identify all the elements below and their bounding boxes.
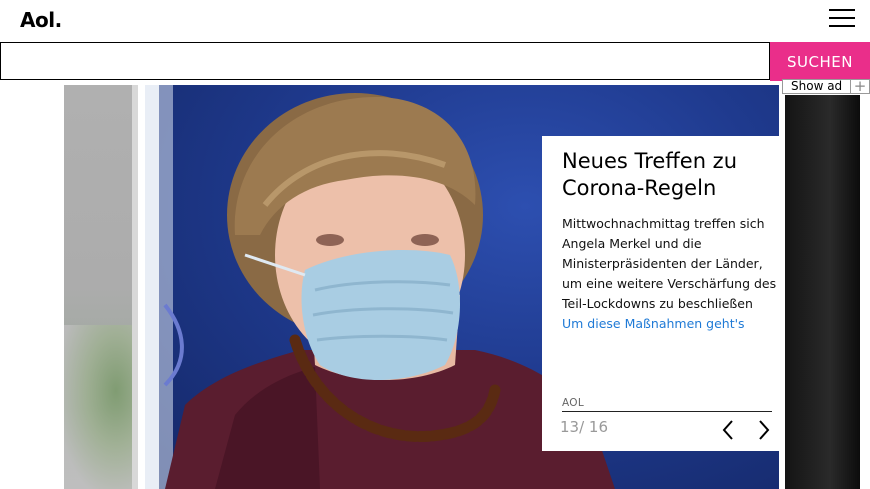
caption-body: Mittwochnachmittag treffen sich Angela M… — [562, 214, 777, 334]
caption-source: AOL — [562, 397, 585, 409]
caption-text: Mittwochnachmittag treffen sich Angela M… — [562, 216, 777, 311]
search-input[interactable] — [0, 42, 770, 80]
flag-shadow — [159, 85, 173, 489]
next-slide-image[interactable] — [785, 95, 860, 489]
search-button[interactable]: SUCHEN — [770, 42, 870, 81]
show-ad-toggle[interactable]: Show ad + — [782, 79, 870, 94]
chevron-left-icon[interactable] — [719, 418, 739, 442]
caption-panel: Neues Treffen zu Corona-Regeln Mittwochn… — [542, 136, 784, 451]
flag-edge — [145, 85, 159, 489]
plus-icon[interactable]: + — [850, 79, 869, 94]
show-ad-label: Show ad — [791, 79, 843, 93]
face-mask — [301, 250, 461, 380]
aol-logo[interactable]: Aol. — [20, 8, 62, 32]
left-eye — [316, 234, 344, 246]
caption-divider — [562, 411, 772, 412]
previous-slide-image[interactable] — [64, 85, 138, 489]
chevron-right-icon[interactable] — [754, 418, 774, 442]
hamburger-menu-icon[interactable] — [829, 9, 855, 29]
header: Aol. — [0, 0, 870, 42]
plant-leaf-image — [64, 325, 138, 489]
right-eye — [411, 234, 439, 246]
caption-title: Neues Treffen zu Corona-Regeln — [562, 149, 738, 200]
caption-link[interactable]: Um diese Maßnahmen geht's — [562, 316, 745, 331]
slide-counter: 13/ 16 — [560, 418, 608, 436]
slide-divider — [132, 85, 138, 489]
